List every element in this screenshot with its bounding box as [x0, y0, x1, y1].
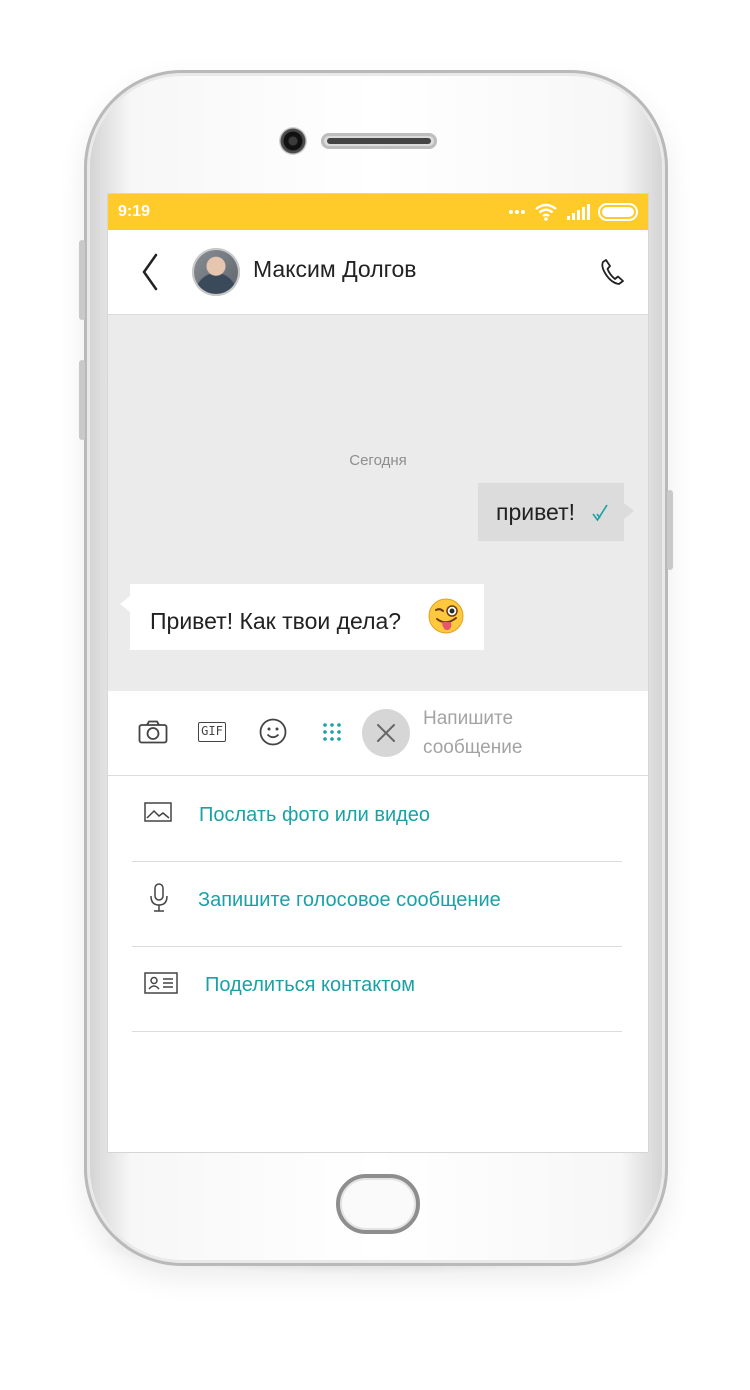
close-button[interactable]: [362, 709, 410, 757]
microphone-icon: [150, 883, 168, 912]
chat-header: Максим Долгов: [108, 230, 648, 315]
placeholder-line-1: Напишите: [423, 708, 514, 729]
volume-up-button: [79, 240, 85, 320]
phone-icon[interactable]: [600, 258, 624, 286]
avatar[interactable]: [192, 248, 240, 296]
power-button: [667, 490, 673, 570]
read-check-icon: [592, 504, 608, 522]
gif-icon[interactable]: GIF: [198, 722, 226, 742]
more-dots-icon: [509, 210, 525, 214]
menu-item-voice-message[interactable]: Запишите голосовое сообщение: [132, 861, 622, 947]
camera-icon[interactable]: [138, 720, 168, 744]
volume-down-button: [79, 360, 85, 440]
outgoing-message-bubble[interactable]: привет!: [478, 483, 634, 541]
menu-item-share-contact[interactable]: Поделиться контактом: [132, 946, 622, 1032]
close-icon: [377, 724, 395, 742]
incoming-message-bubble[interactable]: Привет! Как твои дела?: [120, 584, 484, 650]
menu-item-label: Поделиться контактом: [205, 974, 415, 996]
message-text: привет!: [496, 499, 576, 525]
apps-grid-icon[interactable]: [322, 722, 342, 742]
message-list[interactable]: Сегодня привет! Привет! Как твои дела?: [108, 315, 648, 691]
earpiece-speaker: [321, 133, 437, 149]
menu-item-label: Запишите голосовое сообщение: [198, 889, 501, 911]
message-text: Привет! Как твои дела?: [150, 608, 402, 634]
battery-icon: [598, 203, 638, 221]
back-icon[interactable]: [138, 252, 162, 292]
image-icon: [144, 802, 172, 822]
message-composer: GIF Напишите сообщение: [108, 691, 648, 776]
home-button: [336, 1174, 420, 1234]
front-camera: [279, 127, 307, 155]
placeholder-line-2: сообщение: [423, 737, 523, 758]
contact-name[interactable]: Максим Долгов: [253, 256, 417, 283]
date-separator: Сегодня: [349, 452, 407, 469]
app-screen: 9:19 Максим Долгов Сегодня привет! Приве…: [108, 194, 648, 1152]
status-bar: 9:19: [108, 194, 648, 230]
wifi-icon: [535, 203, 557, 221]
winking-tongue-emoji-icon: [428, 598, 464, 634]
menu-item-send-photo[interactable]: Послать фото или видео: [132, 776, 622, 862]
menu-item-label: Послать фото или видео: [199, 804, 431, 826]
signal-icon: [567, 204, 590, 220]
status-icons: [508, 200, 638, 224]
smiley-icon[interactable]: [259, 718, 287, 746]
message-input[interactable]: Напишите сообщение: [423, 704, 623, 762]
gif-label: GIF: [201, 724, 223, 738]
status-time: 9:19: [118, 203, 151, 220]
contact-card-icon: [144, 972, 178, 994]
